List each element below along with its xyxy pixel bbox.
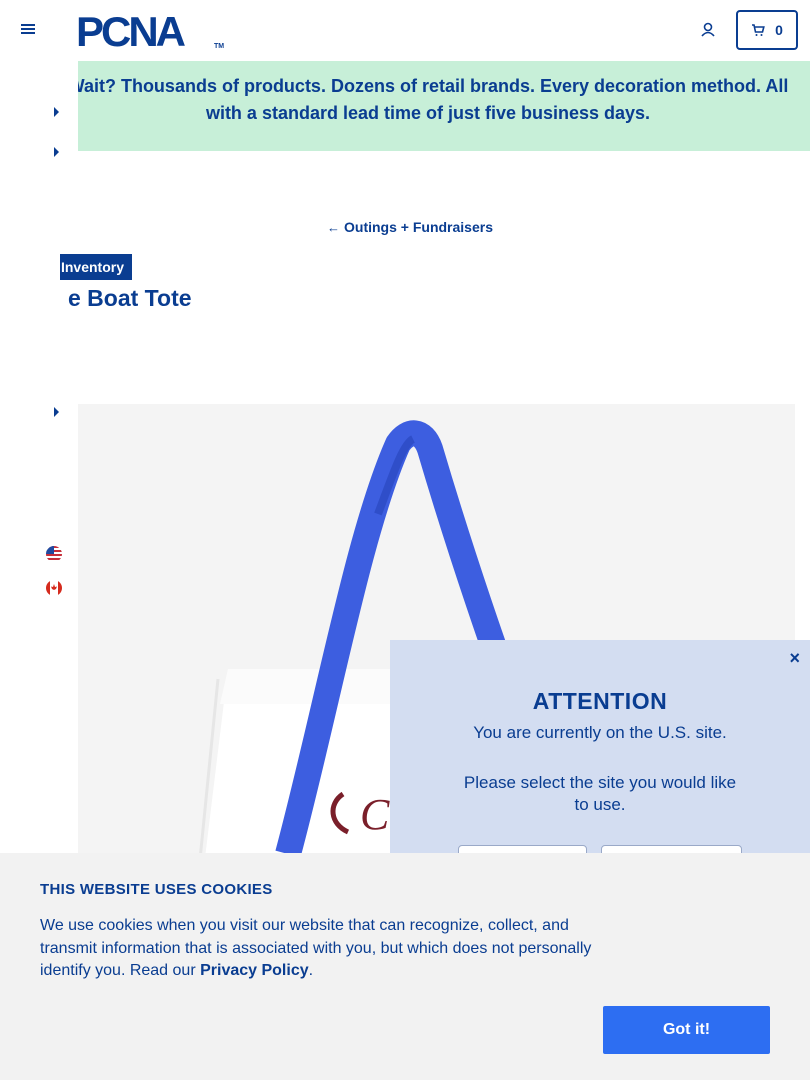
attention-title: ATTENTION bbox=[532, 688, 668, 714]
privacy-policy-link[interactable]: Privacy Policy bbox=[200, 962, 309, 979]
cookie-text-body: We use cookies when you visit our websit… bbox=[40, 917, 592, 979]
product-title: e Boat Tote bbox=[68, 285, 192, 311]
arrow-left-icon: ← bbox=[327, 220, 340, 235]
expand-caret-icon[interactable] bbox=[54, 147, 59, 157]
attention-message: You are currently on the U.S. site. bbox=[473, 723, 727, 742]
svg-text:PCNA: PCNA bbox=[76, 10, 186, 52]
cookie-text-end: . bbox=[308, 962, 314, 979]
promo-banner: Wait? Thousands of products. Dozens of r… bbox=[78, 61, 810, 151]
svg-text:TM: TM bbox=[214, 43, 224, 50]
cookie-title: THIS WEBSITE USES COOKIES bbox=[40, 881, 273, 898]
inventory-badge: Inventory bbox=[60, 254, 132, 280]
site-header: PCNA TM 0 bbox=[0, 0, 810, 61]
menu-icon[interactable] bbox=[20, 22, 36, 38]
canada-flag-icon[interactable] bbox=[46, 580, 62, 596]
attention-prompt: Please select the site you would like to… bbox=[463, 773, 737, 814]
cart-button[interactable]: 0 bbox=[736, 10, 798, 50]
breadcrumb-back-link[interactable]: ← Outings + Fundraisers bbox=[0, 219, 810, 235]
expand-caret-icon[interactable] bbox=[54, 107, 59, 117]
svg-text:C: C bbox=[360, 790, 390, 839]
promo-text: Wait? Thousands of products. Dozens of r… bbox=[78, 76, 789, 123]
pcna-logo[interactable]: PCNA TM bbox=[76, 10, 224, 52]
breadcrumb-label: Outings + Fundraisers bbox=[344, 219, 493, 235]
cookie-banner: THIS WEBSITE USES COOKIES We use cookies… bbox=[0, 853, 810, 1080]
account-icon[interactable] bbox=[698, 20, 718, 40]
close-icon[interactable]: × bbox=[789, 648, 800, 669]
got-it-button[interactable]: Got it! bbox=[603, 1006, 770, 1054]
cart-count: 0 bbox=[775, 22, 783, 38]
cookie-text: We use cookies when you visit our websit… bbox=[40, 915, 600, 983]
cart-icon bbox=[752, 24, 765, 36]
expand-caret-icon[interactable] bbox=[54, 407, 59, 417]
us-flag-icon[interactable] bbox=[46, 546, 62, 562]
